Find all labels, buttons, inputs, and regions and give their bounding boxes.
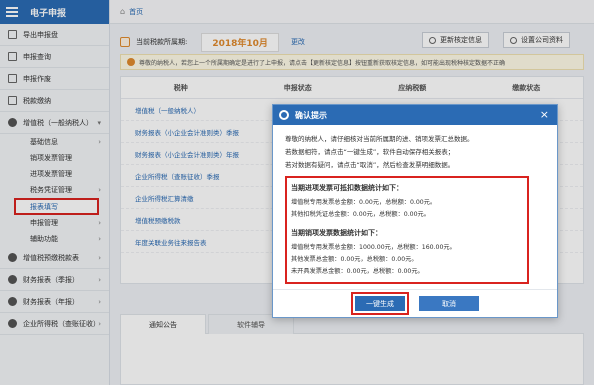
confirm-dialog: 确认提示 × 尊敬的纳税人，请仔细核对当前所属期的进、销项发票汇总数据。 若数据… [272, 104, 558, 318]
output-stats-line: 增值税专用发票总金额：1000.00元，总税额：160.00元。 [291, 244, 456, 251]
output-stats-line: 其他发票总金额：0.00元，总税额：0.00元。 [291, 256, 418, 263]
output-stats-title: 当期销项发票数据统计如下： [291, 229, 382, 237]
input-stats-line: 其他扣税凭证总金额：0.00元，总税额：0.00元。 [291, 211, 430, 218]
close-icon[interactable]: × [540, 108, 549, 121]
input-stats-title: 当期进项发票可抵扣数据统计如下： [291, 184, 403, 192]
cancel-button[interactable]: 取消 [419, 296, 479, 311]
invoice-stats-box: 当期进项发票可抵扣数据统计如下： 增值税专用发票总金额：0.00元，总税额：0.… [285, 176, 529, 284]
dialog-body: 尊敬的纳税人，请仔细核对当前所属期的进、销项发票汇总数据。 若数据相符，请点击“… [273, 125, 557, 284]
input-stats-line: 增值税专用发票总金额：0.00元，总税额：0.00元。 [291, 199, 437, 206]
output-stats-line: 未开具发票总金额：0.00元，总税额：0.00元。 [291, 268, 424, 275]
dialog-intro-line: 若对数据有疑问，请点击“取消”，然后检查发票明细数据。 [285, 161, 455, 169]
dialog-intro-line: 尊敬的纳税人，请仔细核对当前所属期的进、销项发票汇总数据。 [285, 135, 474, 143]
gear-icon [279, 110, 289, 120]
dialog-header: 确认提示 × [273, 105, 557, 125]
generate-button[interactable]: 一键生成 [355, 296, 405, 311]
generate-button-highlight: 一键生成 [351, 292, 409, 315]
dialog-footer: 一键生成 取消 [273, 289, 557, 317]
dialog-intro-line: 若数据相符，请点击“一键生成”，软件自动保存相关报表； [285, 148, 455, 156]
dialog-title: 确认提示 [295, 110, 327, 120]
